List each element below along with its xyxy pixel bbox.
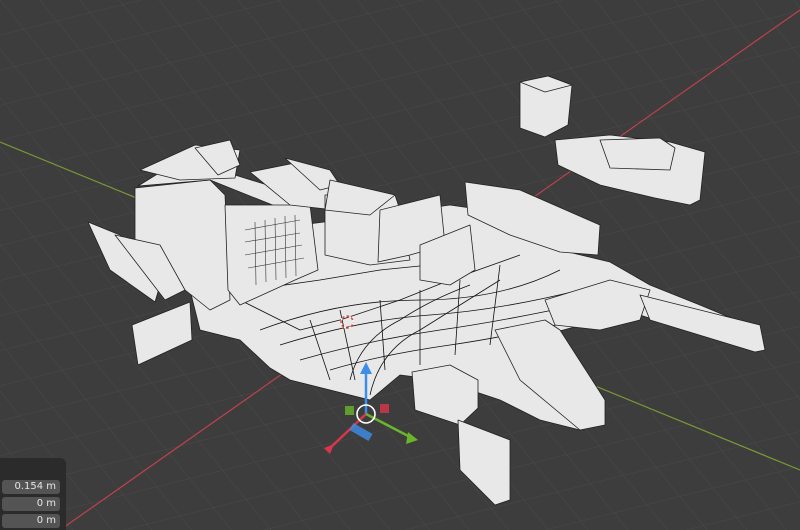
move-y-field[interactable]: 0 m xyxy=(2,497,60,511)
adjust-last-operation-panel[interactable]: 0.154 m 0 m 0 m xyxy=(0,458,66,530)
3d-viewport[interactable]: 0.154 m 0 m 0 m xyxy=(0,0,800,530)
move-x-field[interactable]: 0.154 m xyxy=(2,480,60,494)
move-gizmo-plane-handle[interactable] xyxy=(345,406,354,415)
viewport-canvas[interactable] xyxy=(0,0,800,530)
building-detached-right-roof[interactable] xyxy=(599,137,676,171)
move-gizmo-plane-handle[interactable] xyxy=(380,404,389,413)
move-z-field[interactable]: 0 m xyxy=(2,514,60,528)
